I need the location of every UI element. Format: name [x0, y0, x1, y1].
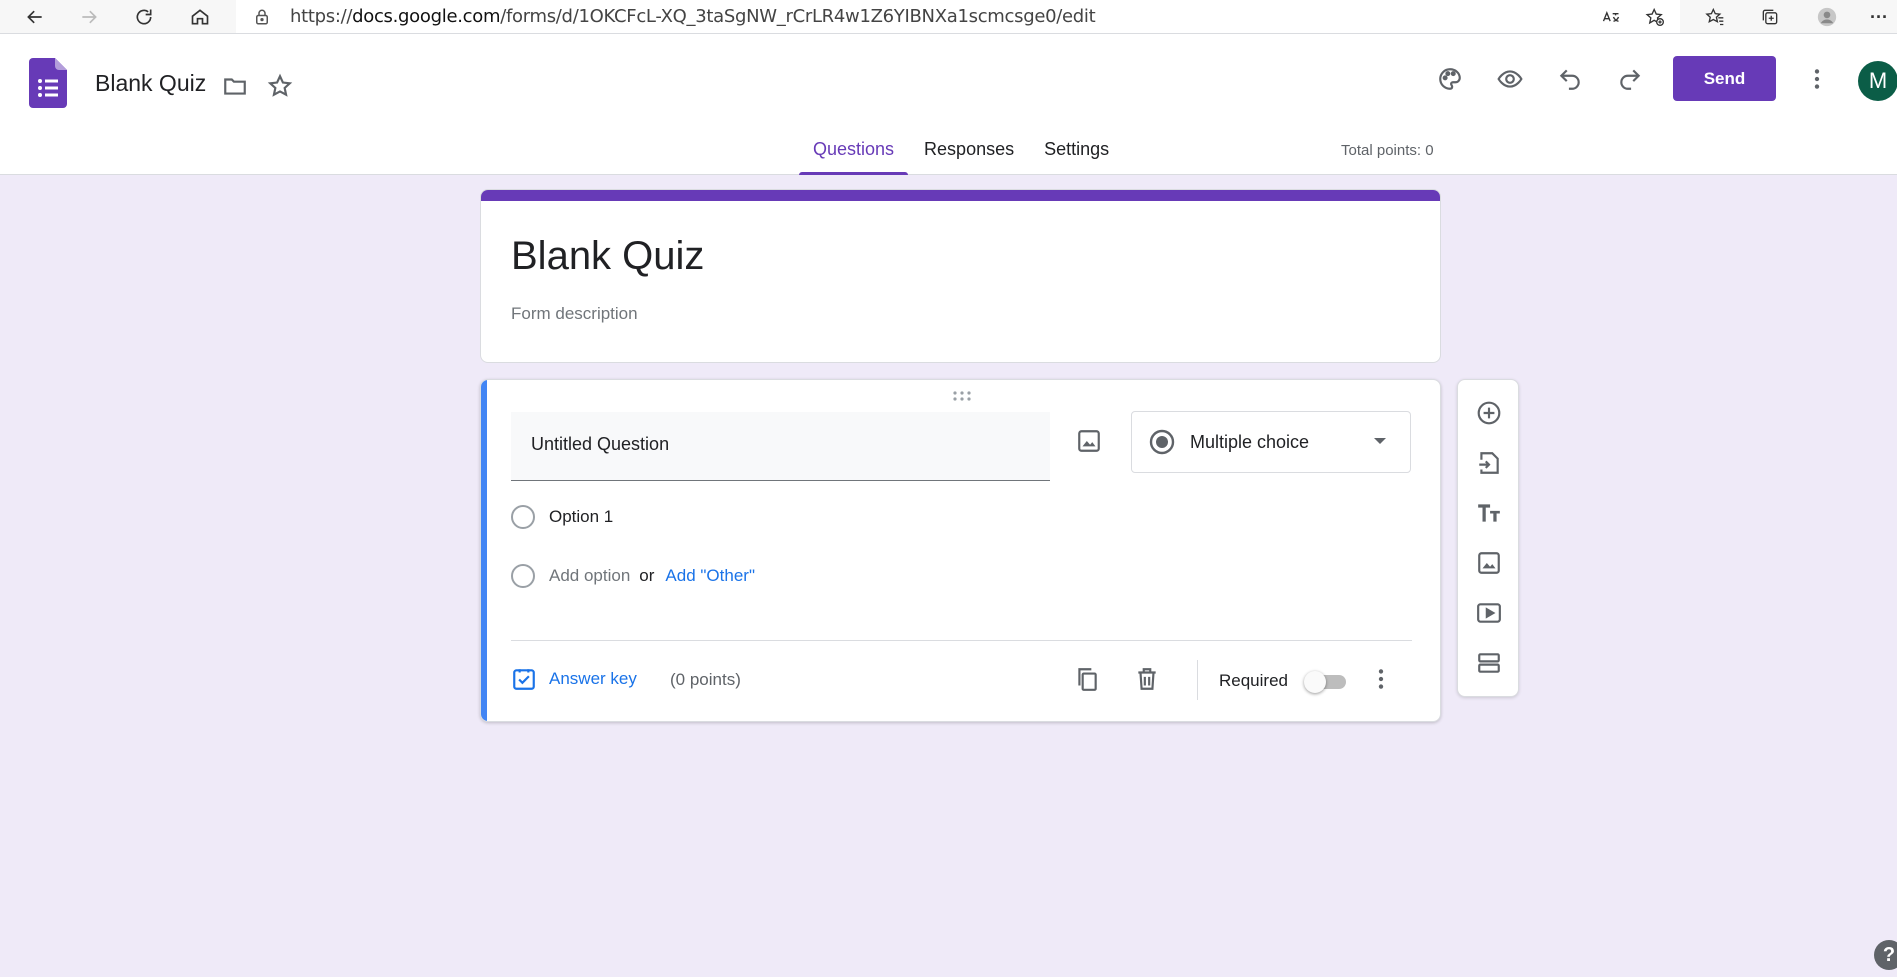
favorites-icon[interactable]	[1702, 4, 1728, 30]
drag-handle-icon[interactable]	[951, 389, 973, 401]
back-icon[interactable]	[22, 4, 48, 30]
profile-icon[interactable]	[1814, 4, 1840, 30]
floating-toolbar	[1457, 379, 1519, 697]
help-icon[interactable]: ?	[1874, 940, 1897, 970]
folder-icon[interactable]	[219, 70, 251, 102]
duplicate-icon[interactable]	[1071, 663, 1103, 695]
form-title[interactable]: Blank Quiz	[511, 234, 704, 279]
lock-icon[interactable]	[252, 7, 272, 27]
add-other-button[interactable]: Add "Other"	[665, 566, 755, 586]
toggle-knob	[1304, 671, 1326, 693]
answer-key-label: Answer key	[549, 669, 637, 688]
import-questions-icon[interactable]	[1473, 447, 1505, 479]
delete-icon[interactable]	[1131, 663, 1163, 695]
question-card[interactable]: Untitled Question Multiple choice Option…	[480, 379, 1441, 722]
required-toggle[interactable]	[1304, 671, 1348, 693]
url-path: /forms/d/1OKCFcL-XQ_3taSgNW_rCrLR4w1Z6YI…	[500, 6, 1096, 27]
add-image-toolbar-icon[interactable]	[1473, 547, 1505, 579]
forms-header: Blank Quiz Send M Questions Responses Se…	[0, 34, 1897, 175]
required-label: Required	[1219, 671, 1288, 690]
more-options-icon[interactable]	[1801, 63, 1833, 95]
address-bar[interactable]: https://docs.google.com/forms/d/1OKCFcL-…	[236, 0, 1680, 33]
tab-settings[interactable]: Settings	[1030, 134, 1123, 175]
add-question-icon[interactable]	[1473, 397, 1505, 429]
add-image-icon[interactable]	[1071, 423, 1107, 459]
google-forms-logo[interactable]	[29, 58, 67, 108]
url-domain: docs.google.com	[352, 6, 501, 27]
forward-icon[interactable]	[76, 4, 102, 30]
star-icon[interactable]	[264, 70, 296, 102]
question-title-input[interactable]: Untitled Question	[511, 412, 1050, 481]
document-title[interactable]: Blank Quiz	[95, 70, 206, 97]
question-title-text: Untitled Question	[531, 434, 670, 454]
reload-icon[interactable]	[131, 4, 157, 30]
question-type-label: Multiple choice	[1190, 431, 1310, 452]
option-row: Option 1	[511, 502, 613, 532]
undo-icon[interactable]	[1554, 63, 1586, 95]
account-avatar[interactable]: M	[1858, 61, 1897, 101]
add-title-description-icon[interactable]	[1473, 497, 1505, 529]
option-radio-icon	[511, 505, 535, 529]
tab-questions[interactable]: Questions	[799, 134, 909, 175]
question-type-dropdown[interactable]: Multiple choice	[1131, 411, 1411, 473]
answer-key-button[interactable]: Answer key	[511, 663, 637, 695]
tab-responses[interactable]: Responses	[910, 134, 1028, 175]
preview-eye-icon[interactable]	[1494, 63, 1526, 95]
redo-icon[interactable]	[1614, 63, 1646, 95]
browser-more-icon[interactable]: ···	[1866, 4, 1892, 30]
footer-divider	[1197, 660, 1198, 700]
add-option-row: Add option or Add "Other"	[511, 561, 755, 591]
palette-icon[interactable]	[1434, 63, 1466, 95]
form-title-card[interactable]: Blank Quiz Form description	[480, 189, 1441, 363]
theme-stripe	[481, 190, 1440, 201]
url-text[interactable]: https://docs.google.com/forms/d/1OKCFcL-…	[290, 6, 1096, 27]
question-points: (0 points)	[670, 670, 741, 689]
browser-toolbar: https://docs.google.com/forms/d/1OKCFcL-…	[0, 0, 1897, 34]
add-video-icon[interactable]	[1473, 597, 1505, 629]
read-aloud-icon[interactable]	[1598, 4, 1624, 30]
add-favorite-icon[interactable]	[1642, 4, 1668, 30]
form-tabs: Questions Responses Settings	[799, 134, 1125, 175]
send-button[interactable]: Send	[1673, 56, 1776, 101]
add-option-radio-icon	[511, 564, 535, 588]
option-label[interactable]: Option 1	[549, 507, 613, 527]
answer-key-icon	[511, 666, 537, 692]
collections-icon[interactable]	[1757, 4, 1783, 30]
form-description-field[interactable]: Form description	[511, 304, 638, 324]
total-points: Total points: 0	[1341, 142, 1434, 159]
radio-button-icon	[1148, 428, 1176, 456]
active-question-indicator	[481, 380, 487, 721]
question-divider	[511, 640, 1412, 641]
chevron-down-icon	[1374, 438, 1386, 444]
or-text: or	[639, 566, 655, 585]
add-option-button[interactable]: Add option	[549, 566, 630, 586]
url-prefix: https://	[290, 6, 353, 27]
add-section-icon[interactable]	[1473, 647, 1505, 679]
question-more-icon[interactable]	[1365, 663, 1397, 695]
home-icon[interactable]	[187, 4, 213, 30]
